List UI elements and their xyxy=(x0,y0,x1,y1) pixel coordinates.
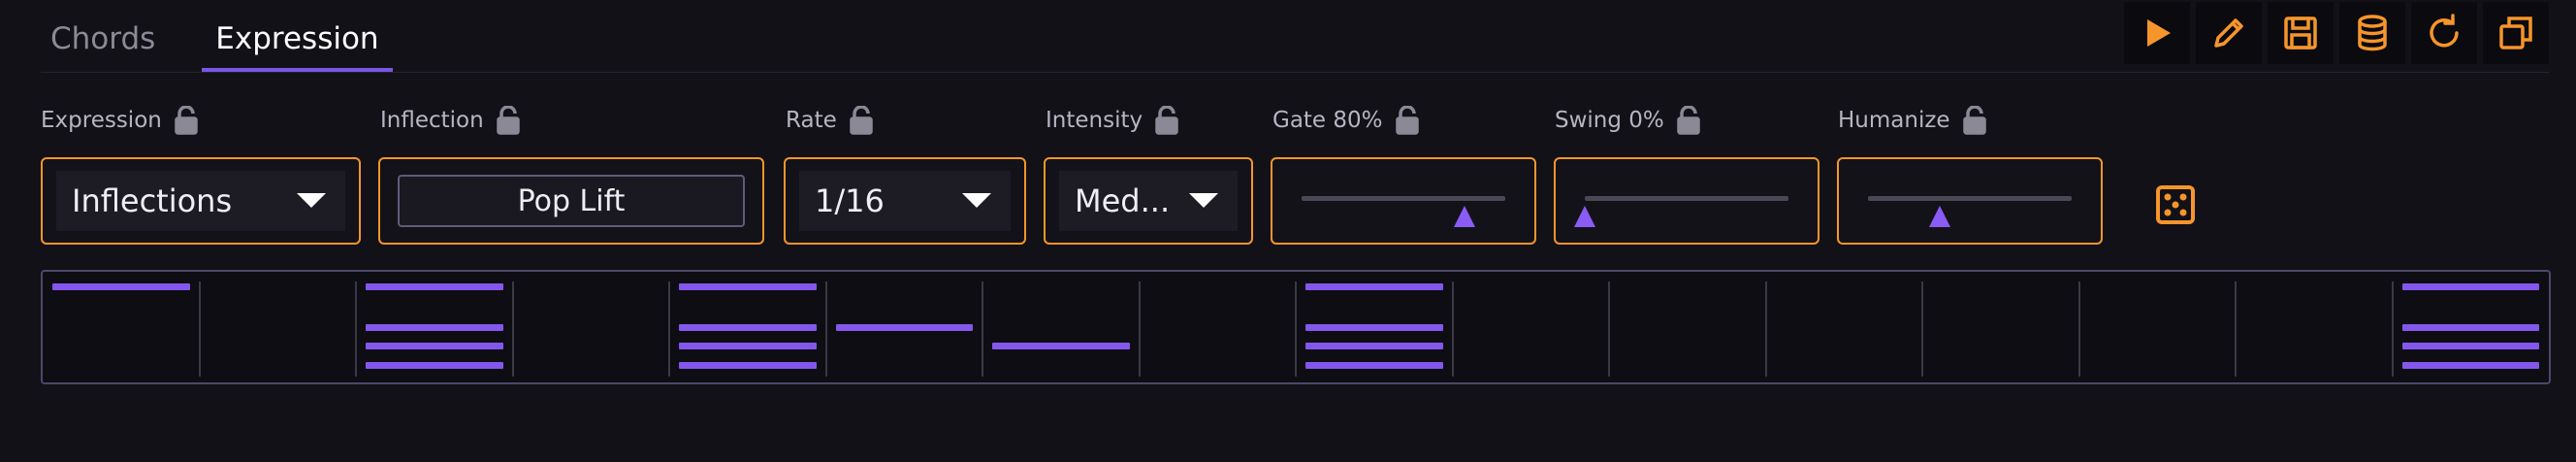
pencil-icon xyxy=(2214,18,2243,48)
save-button[interactable] xyxy=(2268,2,2334,64)
play-icon xyxy=(2147,19,2171,47)
step-divider xyxy=(1921,281,1923,377)
note-bar[interactable] xyxy=(679,324,817,331)
step-divider xyxy=(1295,281,1297,377)
inflection-box: Pop Lift xyxy=(378,157,764,245)
rate-dropdown[interactable]: 1/16 xyxy=(799,171,1011,231)
save-icon xyxy=(2284,16,2317,50)
humanize-box xyxy=(1837,157,2103,245)
swing-box xyxy=(1554,157,1819,245)
unlock-icon[interactable] xyxy=(1676,106,1701,135)
caret-down-icon xyxy=(962,193,991,208)
rate-box: 1/16 xyxy=(784,157,1026,245)
tab-expression[interactable]: Expression xyxy=(202,0,393,72)
note-bar[interactable] xyxy=(1305,324,1443,331)
note-bar[interactable] xyxy=(679,343,817,349)
unlock-icon[interactable] xyxy=(849,106,874,135)
tab-divider xyxy=(41,72,2549,73)
note-bar[interactable] xyxy=(52,283,190,290)
refresh-icon xyxy=(2430,14,2459,48)
gate-label: Gate 80% xyxy=(1272,108,1383,133)
step-divider xyxy=(1451,281,1454,377)
step-divider xyxy=(198,281,201,377)
pattern-grid[interactable] xyxy=(41,270,2551,384)
rate-label: Rate xyxy=(786,108,837,133)
intensity-box: Med... xyxy=(1044,157,1253,245)
database-icon xyxy=(2358,15,2387,51)
intensity-label: Intensity xyxy=(1046,108,1143,133)
play-button[interactable] xyxy=(2124,2,2190,64)
step-divider xyxy=(2077,281,2080,377)
rate-value: 1/16 xyxy=(815,182,885,219)
expression-dropdown[interactable]: Inflections xyxy=(56,171,345,231)
unlock-icon[interactable] xyxy=(1395,106,1420,135)
inflection-control: Inflection xyxy=(380,103,521,138)
toolbar xyxy=(2118,2,2549,64)
step-divider xyxy=(2391,281,2394,377)
swing-slider-thumb[interactable] xyxy=(1574,206,1595,227)
swing-label: Swing 0% xyxy=(1555,108,1664,133)
refresh-button[interactable] xyxy=(2411,2,2477,64)
note-bar[interactable] xyxy=(679,283,817,290)
inflection-label: Inflection xyxy=(380,108,484,133)
rate-control: Rate xyxy=(786,103,874,138)
note-bar[interactable] xyxy=(2401,283,2539,290)
humanize-label: Humanize xyxy=(1838,108,1950,133)
note-bar[interactable] xyxy=(366,362,503,369)
note-bar[interactable] xyxy=(366,283,503,290)
library-button[interactable] xyxy=(2339,2,2405,64)
unlock-icon[interactable] xyxy=(174,106,199,135)
note-bar[interactable] xyxy=(1305,283,1443,290)
expression-box: Inflections xyxy=(41,157,361,245)
expression-value: Inflections xyxy=(72,182,233,219)
unlock-icon[interactable] xyxy=(1154,106,1179,135)
edit-button[interactable] xyxy=(2196,2,2262,64)
caret-down-icon xyxy=(297,193,326,208)
note-bar[interactable] xyxy=(835,324,973,331)
inflection-button[interactable]: Pop Lift xyxy=(398,175,745,227)
expression-control: Expression xyxy=(41,103,199,138)
note-bar[interactable] xyxy=(366,343,503,349)
gate-slider-track[interactable] xyxy=(1302,196,1505,201)
step-divider xyxy=(1608,281,1610,377)
step-divider xyxy=(1138,281,1141,377)
intensity-dropdown[interactable]: Med... xyxy=(1059,171,1238,231)
step-divider xyxy=(982,281,983,377)
gate-box xyxy=(1271,157,1536,245)
caret-down-icon xyxy=(1189,193,1218,208)
step-divider xyxy=(824,281,827,377)
step-divider xyxy=(355,281,357,377)
unlock-icon[interactable] xyxy=(496,106,521,135)
step-divider xyxy=(1764,281,1767,377)
swing-control: Swing 0% xyxy=(1555,103,1701,138)
note-bar[interactable] xyxy=(2401,362,2539,369)
humanize-slider-thumb[interactable] xyxy=(1928,206,1950,227)
humanize-control: Humanize xyxy=(1838,103,1987,138)
expression-label: Expression xyxy=(41,108,162,133)
unlock-icon[interactable] xyxy=(1962,106,1987,135)
note-bar[interactable] xyxy=(2401,324,2539,331)
intensity-value: Med... xyxy=(1075,182,1171,219)
note-bar[interactable] xyxy=(2401,343,2539,349)
note-bar[interactable] xyxy=(992,343,1130,349)
intensity-control: Intensity xyxy=(1046,103,1179,138)
duplicate-button[interactable] xyxy=(2483,2,2549,64)
tab-chords[interactable]: Chords xyxy=(41,0,165,72)
swing-slider-track[interactable] xyxy=(1585,196,1788,201)
duplicate-icon xyxy=(2499,16,2532,50)
step-divider xyxy=(668,281,670,377)
note-bar[interactable] xyxy=(1305,343,1443,349)
gate-control: Gate 80% xyxy=(1272,103,1420,138)
step-divider xyxy=(2235,281,2237,377)
tab-bar: Chords Expression xyxy=(41,0,430,72)
note-bar[interactable] xyxy=(679,362,817,369)
humanize-slider-track[interactable] xyxy=(1868,196,2072,201)
step-divider xyxy=(511,281,514,377)
gate-slider-thumb[interactable] xyxy=(1454,206,1475,227)
note-bar[interactable] xyxy=(366,324,503,331)
dice-icon[interactable] xyxy=(2155,184,2196,225)
note-bar[interactable] xyxy=(1305,362,1443,369)
